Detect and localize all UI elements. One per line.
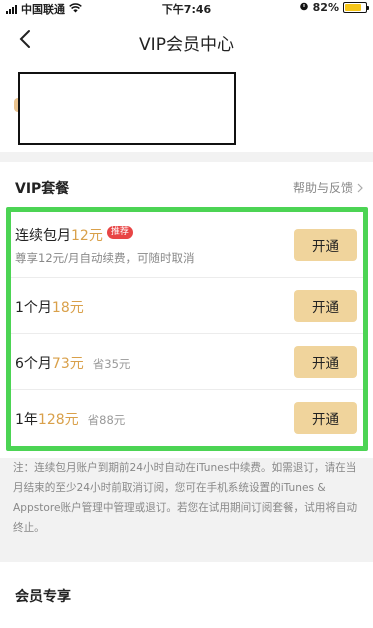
plan-subtitle: 尊享12元/月自动续费，可随时取消: [15, 251, 195, 265]
plans-list: 连续包月12元 推荐 尊享12元/月自动续费，可随时取消 开通 1个月18元 开通…: [6, 207, 368, 451]
plan-price: 18元: [51, 300, 84, 316]
vip-header: VIP套餐 帮助与反馈: [0, 162, 373, 206]
subscription-note: 注：连续包月账户到期前24小时自动在iTunes中续费。如需退订，请在当月结束的…: [13, 462, 358, 534]
status-right: 82%: [299, 1, 369, 14]
battery-icon: [343, 2, 369, 13]
members-section: 会员专享: [0, 562, 373, 628]
plan-name: 1个月18元: [15, 297, 84, 317]
alarm-icon: [299, 1, 309, 14]
status-bar: 中国联通 下午7:46 82%: [0, 0, 373, 16]
plan-monthly-auto: 连续包月12元 推荐 尊享12元/月自动续费，可随时取消 开通: [11, 212, 363, 278]
plan-name-prefix: 1年: [15, 412, 38, 428]
nav-bar: VIP会员中心: [0, 16, 373, 64]
plan-name-prefix: 6个月: [15, 356, 52, 372]
plan-price: 128元: [37, 412, 79, 428]
plan-name: 6个月73元 省35元: [15, 353, 130, 373]
help-feedback-label: 帮助与反馈: [292, 181, 353, 195]
plan-name: 1年128元 省88元: [15, 409, 125, 429]
page-title: VIP会员中心: [139, 35, 234, 55]
recommend-badge: 推荐: [106, 226, 133, 239]
plan-savings: 省35元: [92, 357, 131, 371]
plan-name: 连续包月12元 推荐: [15, 225, 133, 245]
chevron-right-icon: [357, 183, 363, 192]
plan-1-month: 1个月18元 开通: [11, 278, 363, 334]
redacted-box: [18, 72, 236, 145]
battery-percent: 82%: [312, 1, 339, 14]
subscribe-button[interactable]: 开通: [294, 290, 357, 322]
plan-6-months: 6个月73元 省35元 开通: [11, 334, 363, 390]
plan-1-year: 1年128元 省88元 开通: [11, 390, 363, 446]
plan-price: 73元: [51, 356, 84, 372]
plan-name-prefix: 连续包月: [15, 228, 71, 244]
vip-section-title: VIP套餐: [15, 181, 70, 197]
subscribe-button[interactable]: 开通: [294, 402, 357, 434]
subscribe-button[interactable]: 开通: [294, 346, 357, 378]
vip-section: VIP套餐 帮助与反馈 连续包月12元 推荐 尊享12元/月自动续费，可随时取消 …: [0, 162, 373, 458]
profile-card: [0, 64, 373, 152]
plan-price: 12元: [71, 228, 103, 244]
help-feedback-link[interactable]: 帮助与反馈: [293, 179, 363, 196]
subscribe-button[interactable]: 开通: [294, 229, 357, 261]
members-section-title: 会员专享: [15, 589, 71, 605]
plan-name-prefix: 1个月: [15, 300, 52, 316]
plan-savings: 省88元: [87, 413, 126, 427]
